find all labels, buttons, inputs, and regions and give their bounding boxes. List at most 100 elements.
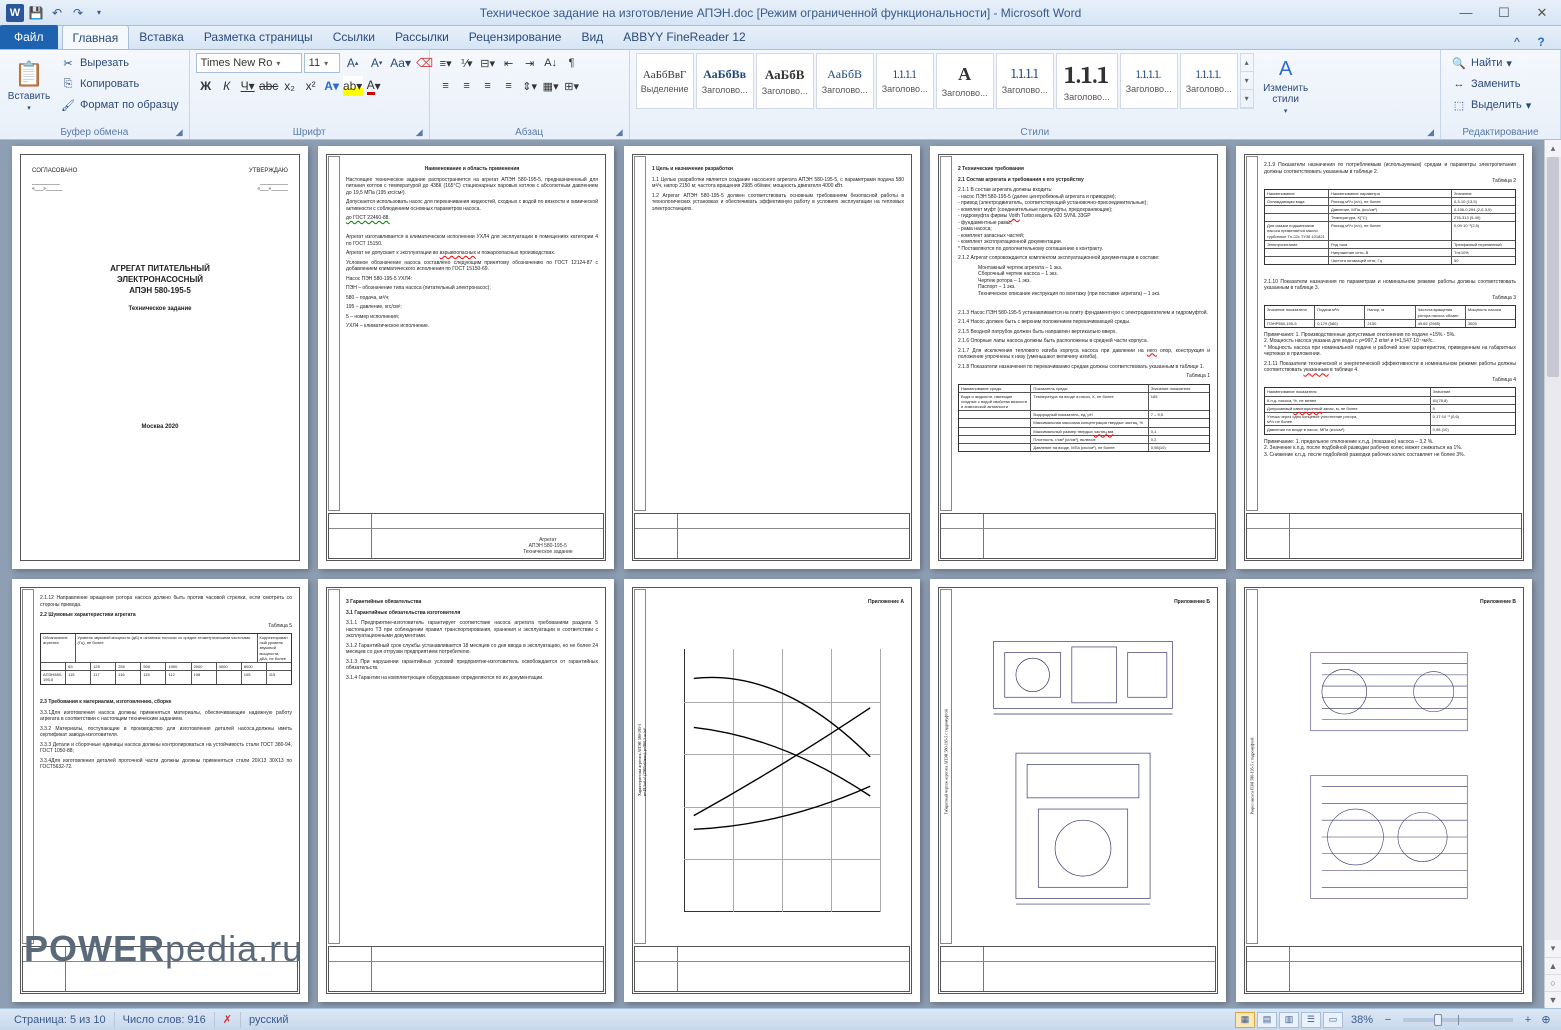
change-case-button[interactable]: Aa▾ [390,53,412,73]
dialog-launcher-icon[interactable]: ◢ [1427,127,1434,138]
borders-button[interactable]: ⊞▾ [562,76,582,96]
underline-button[interactable]: Ч▾ [238,76,258,96]
redo-icon[interactable]: ↷ [69,4,87,22]
replace-button[interactable]: ↔Заменить [1447,74,1535,94]
paste-button[interactable]: 📋 Вставить ▾ [6,53,52,119]
zoom-slider[interactable] [1403,1018,1513,1022]
page-status[interactable]: Страница: 5 из 10 [6,1012,115,1028]
style-item[interactable]: АаБбВЗаголово... [756,53,814,109]
minimize-button[interactable]: — [1447,1,1485,25]
tab-references[interactable]: Ссылки [323,25,385,49]
strike-button[interactable]: abc [259,76,279,96]
multilevel-button[interactable]: ⊟▾ [478,53,498,73]
change-styles-button[interactable]: A Изменить стили ▾ [1258,53,1314,119]
cut-button[interactable]: ✂Вырезать [56,53,183,73]
prev-page-icon[interactable]: ▲ [1545,957,1561,974]
decrease-indent-button[interactable]: ⇤ [499,53,519,73]
styles-scroll[interactable]: ▴▾▾ [1240,53,1254,109]
word-count[interactable]: Число слов: 916 [115,1012,215,1028]
zoom-in-button[interactable]: + [1521,1014,1535,1026]
page-thumbnail[interactable]: СОГЛАСОВАНО УТВЕРЖДАЮ __________________… [12,146,308,569]
page-thumbnail[interactable]: Приложение А Характеристика агрегата АПЭ… [624,579,920,1002]
dialog-launcher-icon[interactable]: ◢ [176,127,183,138]
numbering-button[interactable]: ⅟▾ [457,53,477,73]
style-item[interactable]: 1.1.1.1Заголово... [876,53,934,109]
language-status[interactable]: русский [241,1012,296,1028]
help-icon[interactable]: ? [1533,35,1549,49]
font-name-combo[interactable]: Times New Ro▾ [196,53,302,73]
justify-button[interactable]: ≡ [499,76,519,96]
page-thumbnail[interactable]: 2 Технические требования 2.1 Состав агре… [930,146,1226,569]
scroll-up-icon[interactable]: ▴ [1241,54,1253,72]
align-right-button[interactable]: ≡ [478,76,498,96]
tab-abbyy[interactable]: ABBYY FineReader 12 [613,25,756,49]
draft-view-button[interactable]: ▭ [1323,1012,1343,1028]
zoom-level[interactable]: 38% [1351,1014,1373,1026]
outline-view-button[interactable]: ☰ [1301,1012,1321,1028]
tab-view[interactable]: Вид [571,25,613,49]
styles-gallery[interactable]: АаБбВвГВыделение АаБбВвЗаголово... АаБбВ… [636,53,1254,109]
format-painter-button[interactable]: 🖌Формат по образцу [56,95,183,115]
page-thumbnail[interactable]: 1 Цель и назначение разработки 1.1 Целью… [624,146,920,569]
page-thumbnail[interactable]: Приложение В Разрез насоса ПЭН 580-1 [1236,579,1532,1002]
scroll-thumb[interactable] [1547,157,1559,377]
reading-view-button[interactable]: ▤ [1257,1012,1277,1028]
style-item[interactable]: 1.1.1.1.Заголово... [1180,53,1238,109]
web-view-button[interactable]: ▥ [1279,1012,1299,1028]
bullets-button[interactable]: ≡▾ [436,53,456,73]
maximize-button[interactable]: ☐ [1485,1,1523,25]
show-marks-button[interactable]: ¶ [562,53,582,73]
font-color-button[interactable]: A▾ [364,76,384,96]
increase-indent-button[interactable]: ⇥ [520,53,540,73]
italic-button[interactable]: К [217,76,237,96]
zoom-thumb[interactable] [1434,1014,1442,1026]
superscript-button[interactable]: x² [301,76,321,96]
align-left-button[interactable]: ≡ [436,76,456,96]
tab-insert[interactable]: Вставка [129,25,194,49]
close-button[interactable]: ✕ [1523,1,1561,25]
page-thumbnail[interactable]: 2.1.9 Показатели назначения по потребляе… [1236,146,1532,569]
tab-home[interactable]: Главная [62,25,130,49]
style-item[interactable]: 1.1.1.1Заголово... [996,53,1054,109]
style-item[interactable]: 1.1.1.1.Заголово... [1120,53,1178,109]
minimize-ribbon-icon[interactable]: ^ [1509,35,1525,49]
shading-button[interactable]: ▦▾ [541,76,561,96]
page-thumbnail[interactable]: Приложение Б [930,579,1226,1002]
line-spacing-button[interactable]: ⇕▾ [520,76,540,96]
font-size-combo[interactable]: 11▾ [304,53,340,73]
page-thumbnail[interactable]: 2.1.12 Направление вращения ротора насос… [12,579,308,1002]
scroll-track[interactable] [1545,157,1561,940]
page-thumbnail[interactable]: Наименование и область применения Настоя… [318,146,614,569]
align-center-button[interactable]: ≡ [457,76,477,96]
save-icon[interactable]: 💾 [27,4,45,22]
grow-font-button[interactable]: A▴ [342,53,364,73]
style-item[interactable]: АЗаголово... [936,53,994,109]
tab-layout[interactable]: Разметка страницы [194,25,323,49]
spellcheck-status[interactable]: ✗ [215,1012,241,1028]
find-button[interactable]: 🔍Найти ▾ [1447,53,1535,73]
tab-review[interactable]: Рецензирование [459,25,572,49]
vertical-scrollbar[interactable]: ▴ ▾ ▲ ○ ▼ [1544,140,1561,1008]
scroll-down-icon[interactable]: ▾ [1545,940,1561,957]
bold-button[interactable]: Ж [196,76,216,96]
zoom-out-button[interactable]: − [1381,1014,1395,1026]
shrink-font-button[interactable]: A▾ [366,53,388,73]
style-item[interactable]: 1.1.1Заголово... [1056,53,1118,109]
sort-button[interactable]: A↓ [541,53,561,73]
text-effects-button[interactable]: A▾ [322,76,342,96]
tab-mailings[interactable]: Рассылки [385,25,459,49]
file-tab[interactable]: Файл [0,25,58,49]
undo-icon[interactable]: ↶ [48,4,66,22]
scroll-down-icon[interactable]: ▾ [1241,72,1253,90]
page-thumbnail[interactable]: 3 Гарантийные обязательства 3.1 Гарантий… [318,579,614,1002]
qat-customize-icon[interactable]: ▾ [90,4,108,22]
style-item[interactable]: АаБбВвГВыделение [636,53,694,109]
highlight-button[interactable]: ab▾ [343,76,363,96]
dialog-launcher-icon[interactable]: ◢ [416,127,423,138]
expand-gallery-icon[interactable]: ▾ [1241,90,1253,108]
scroll-up-icon[interactable]: ▴ [1545,140,1561,157]
style-item[interactable]: АаБбВЗаголово... [816,53,874,109]
browse-object-icon[interactable]: ○ [1545,974,1561,991]
next-page-icon[interactable]: ▼ [1545,991,1561,1008]
dialog-launcher-icon[interactable]: ◢ [616,127,623,138]
